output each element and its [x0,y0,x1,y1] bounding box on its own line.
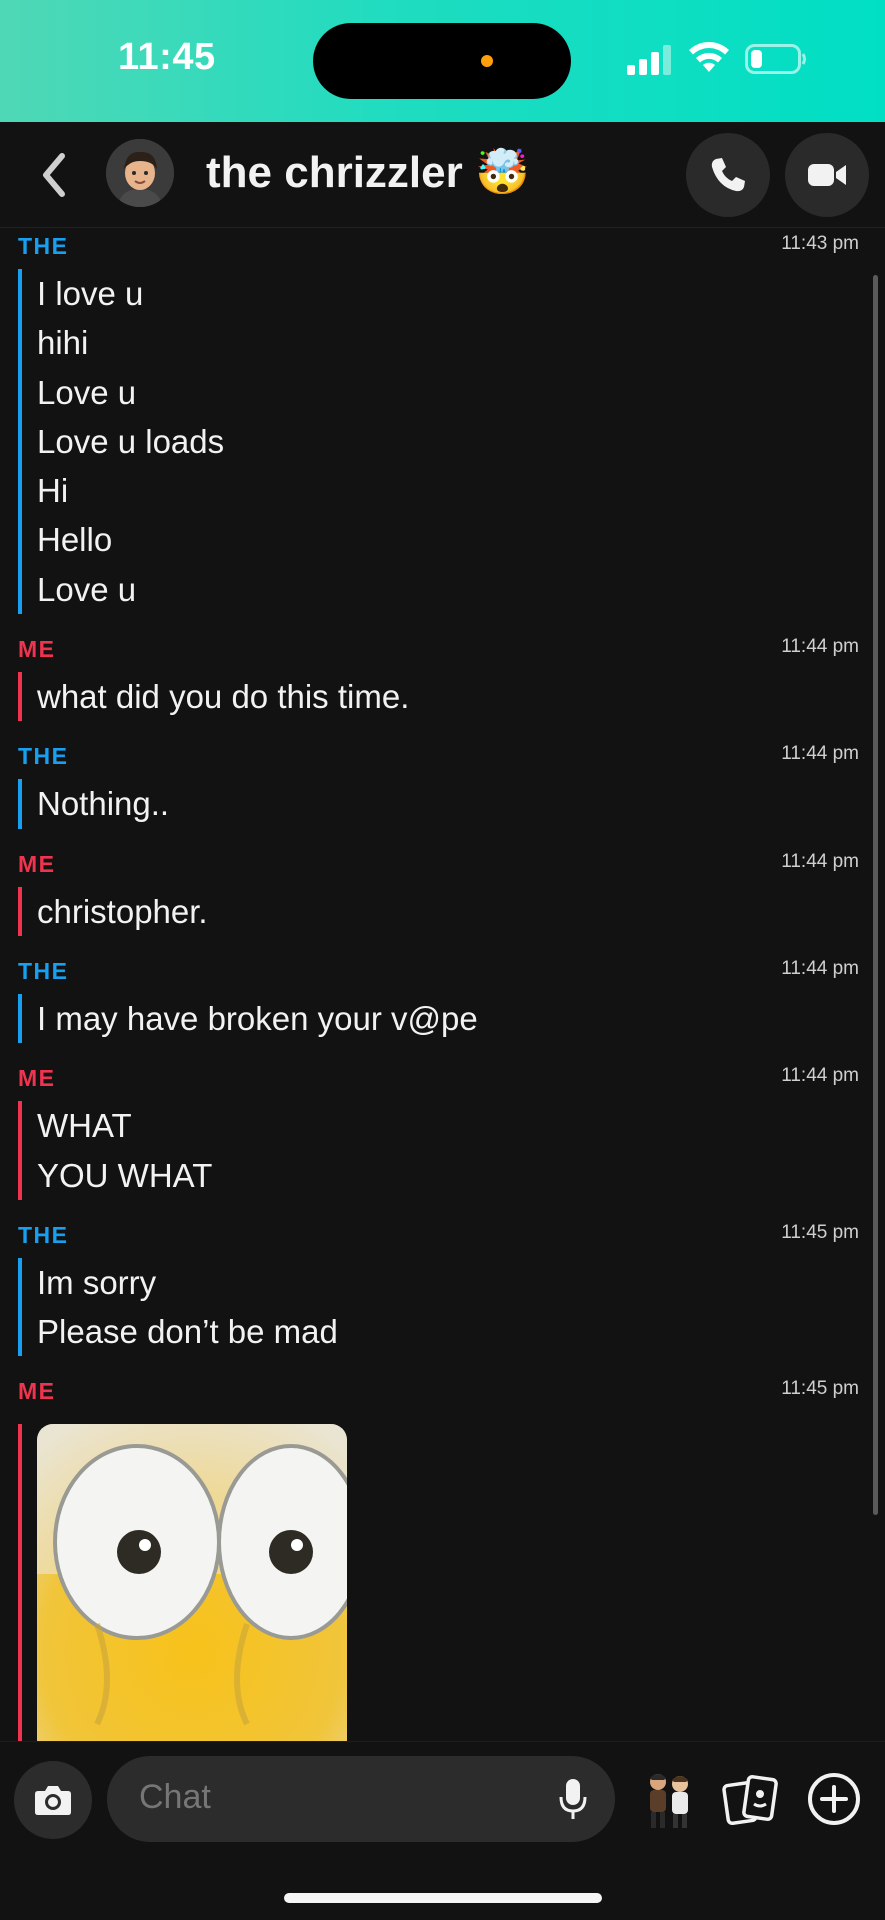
message-text[interactable]: YOU WHAT [37,1151,859,1200]
chat-input[interactable]: Chat [107,1756,615,1842]
privacy-indicator-dot [481,55,493,67]
message-lines: I love u hihi Love u Love u loads Hi Hel… [18,269,859,615]
message-lines: WHAT YOU WHAT [18,1101,859,1200]
message-timestamp: 11:45 pm [781,1221,859,1243]
chat-header: the chrizzler 🤯 [0,122,885,228]
message-text[interactable]: Im sorry [37,1258,859,1307]
message-group: THE 11:45 pm Im sorry Please don’t be ma… [0,1218,885,1357]
battery-icon [745,44,806,74]
camera-button[interactable] [14,1761,92,1839]
back-chevron-icon[interactable] [36,150,72,200]
message-lines: what did you do this time. [18,672,859,722]
message-list[interactable]: THE 11:43 pm I love u hihi Love u Love u… [0,229,885,1741]
message-group: THE 11:44 pm I may have broken your v@pe [0,954,885,1044]
message-group: ME 11:44 pm WHAT YOU WHAT [0,1061,885,1200]
chat-input-placeholder: Chat [139,1778,211,1816]
sender-label: THE [18,233,69,259]
message-text[interactable]: Love u [37,565,859,614]
scrollbar[interactable] [873,275,878,1515]
phone-icon [711,158,745,192]
plus-icon[interactable] [806,1771,862,1827]
message-text[interactable]: christopher. [37,887,859,936]
message-group: ME 11:45 pm [0,1374,885,1741]
sender-label: THE [18,743,69,770]
message-text[interactable]: Hi [37,466,859,515]
emoji-face-image [37,1424,347,1741]
cellular-signal-icon [627,45,671,75]
message-text[interactable]: WHAT [37,1101,859,1150]
home-indicator[interactable] [284,1893,602,1903]
video-call-button[interactable] [785,133,869,217]
message-text[interactable]: Love u [37,368,859,417]
message-timestamp: 11:44 pm [781,850,859,872]
message-text[interactable]: Please don’t be mad [37,1307,859,1356]
message-text[interactable]: Love u loads [37,417,859,466]
message-group: THE 11:43 pm I love u hihi Love u Love u… [0,229,885,615]
sender-label: ME [18,636,56,663]
message-text[interactable]: Nothing.. [37,779,859,828]
voice-call-button[interactable] [686,133,770,217]
sender-label: ME [18,1065,56,1092]
sender-label: THE [18,957,69,984]
message-lines [18,1424,859,1741]
message-text[interactable]: Hello [37,515,859,564]
sender-label: ME [18,1378,56,1405]
chat-title[interactable]: the chrizzler 🤯 [206,146,530,198]
message-text[interactable]: I may have broken your v@pe [37,994,859,1043]
message-timestamp: 11:44 pm [781,957,859,979]
bitmoji-avatar-icon [106,139,174,207]
message-lines: I may have broken your v@pe [18,993,859,1044]
video-camera-icon [808,164,846,186]
wifi-icon [689,42,729,72]
message-timestamp: 11:44 pm [781,1065,859,1087]
microphone-icon[interactable] [559,1777,587,1821]
sender-label: THE [18,1221,69,1248]
message-timestamp: 11:44 pm [781,636,859,658]
message-group: THE 11:44 pm Nothing.. [0,739,885,829]
message-lines: christopher. [18,886,859,936]
message-lines: Nothing.. [18,779,859,829]
camera-icon [35,1786,71,1815]
bitmoji-icon[interactable] [638,1768,700,1830]
dynamic-island [313,23,571,99]
message-group: ME 11:44 pm what did you do this time. [0,632,885,722]
status-time: 11:45 [118,36,216,78]
message-lines: Im sorry Please don’t be mad [18,1257,859,1357]
message-timestamp: 11:44 pm [781,743,859,765]
cards-icon[interactable] [722,1772,780,1828]
message-text[interactable]: I love u [37,269,859,318]
image-attachment[interactable] [37,1424,347,1741]
avatar[interactable] [106,139,174,207]
message-group: ME 11:44 pm christopher. [0,847,885,936]
status-bar: 11:45 [0,0,885,122]
message-text[interactable]: what did you do this time. [37,672,859,721]
message-text[interactable]: hihi [37,318,859,367]
sender-label: ME [18,850,56,877]
message-timestamp: 11:43 pm [781,233,859,254]
message-timestamp: 11:45 pm [781,1378,859,1400]
